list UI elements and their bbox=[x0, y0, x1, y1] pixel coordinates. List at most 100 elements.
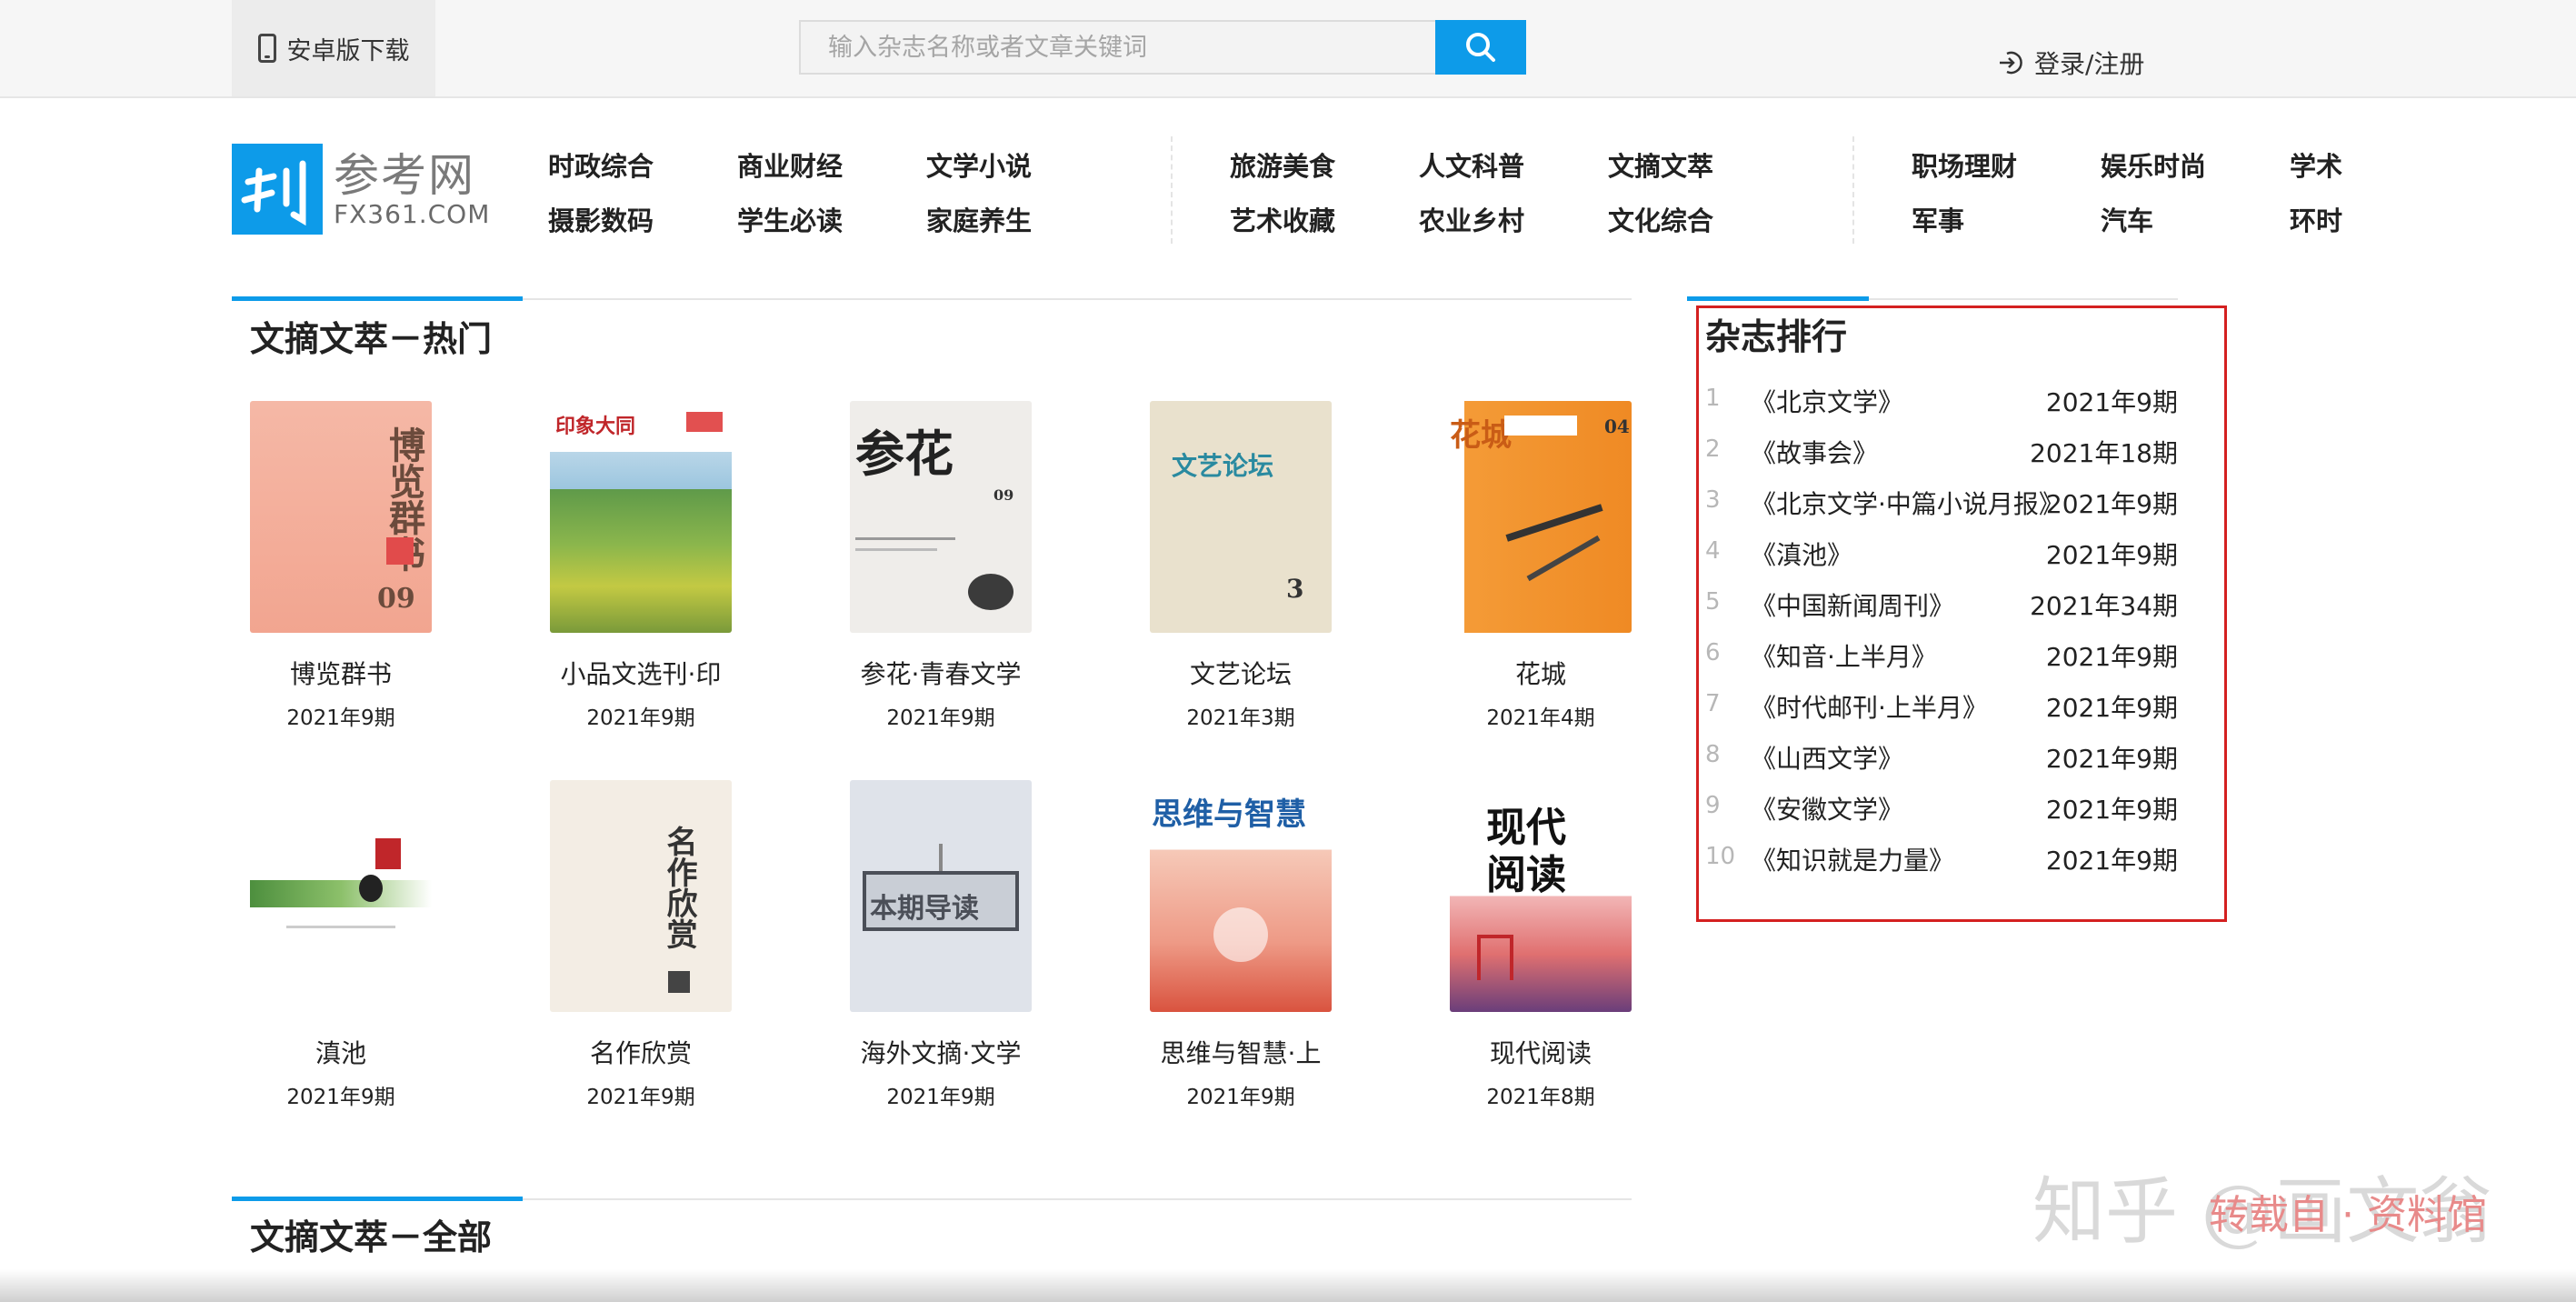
android-download-label: 安卓版下载 bbox=[286, 36, 410, 65]
ranking-item[interactable]: 5 《中国新闻周刊》 2021年34期 bbox=[1705, 586, 2178, 623]
nav-item[interactable]: 农业乡村 bbox=[1419, 200, 1524, 238]
magazine-card[interactable]: 名作欣赏 名作欣赏 2021年9期 bbox=[523, 780, 759, 1110]
nav-item[interactable]: 商业财经 bbox=[737, 145, 843, 184]
magazine-name: 文艺论坛 bbox=[1189, 659, 1292, 689]
magazine-name: 海外文摘·文学 bbox=[860, 1038, 1022, 1068]
nav-item[interactable]: 人文科普 bbox=[1419, 145, 1524, 184]
ranking-item[interactable]: 9 《安徽文学》 2021年9期 bbox=[1705, 790, 2178, 826]
magazine-issue: 2021年9期 bbox=[286, 706, 395, 730]
nav-item[interactable]: 学术 bbox=[2290, 145, 2342, 184]
ranking-issue: 2021年9期 bbox=[2045, 693, 2178, 723]
ranking-issue: 2021年34期 bbox=[2030, 591, 2178, 621]
search-input[interactable] bbox=[799, 20, 1435, 75]
ranking-magazine-title: 《故事会》 bbox=[1751, 438, 1879, 468]
magazine-cover: 名作欣赏 bbox=[550, 780, 732, 1012]
magazine-name: 思维与智慧·上 bbox=[1160, 1038, 1322, 1068]
login-register-label: 登录/注册 bbox=[2034, 49, 2145, 79]
magazine-name: 现代阅读 bbox=[1489, 1038, 1592, 1068]
magazine-cover: 文艺论坛 3 bbox=[1150, 401, 1332, 633]
ranking-magazine-title: 《滇池》 bbox=[1751, 540, 1853, 570]
magazine-cover: 花城 04 bbox=[1450, 401, 1632, 633]
ranking-magazine-title: 《北京文学》 bbox=[1751, 387, 1904, 417]
ranking-number: 2 bbox=[1705, 436, 1721, 463]
ranking-issue: 2021年9期 bbox=[2045, 744, 2178, 774]
ranking-item[interactable]: 6 《知音·上半月》 2021年9期 bbox=[1705, 637, 2178, 674]
nav-item[interactable]: 文学小说 bbox=[926, 145, 1032, 184]
magazine-name: 小品文选刊·印 bbox=[560, 659, 722, 689]
site-logo[interactable]: 参考网 FX361.COM bbox=[232, 144, 489, 235]
ranking-number: 4 bbox=[1705, 537, 1721, 565]
magazine-card[interactable]: 印象大同 小品文选刊·印 2021年9期 bbox=[523, 401, 759, 731]
top-bar: 安卓版下载 登录/注册 bbox=[0, 0, 2576, 98]
nav-item[interactable]: 学生必读 bbox=[737, 200, 843, 238]
search-button[interactable] bbox=[1435, 20, 1526, 75]
magazine-card[interactable]: 文艺论坛 3 文艺论坛 2021年3期 bbox=[1123, 401, 1359, 731]
ranking-magazine-title: 《时代邮刊·上半月》 bbox=[1751, 693, 1988, 723]
ranking-number: 5 bbox=[1705, 588, 1721, 616]
magazine-card[interactable]: 花城 04 花城 2021年4期 bbox=[1423, 401, 1659, 731]
magazine-issue: 2021年9期 bbox=[886, 706, 995, 730]
ranking-item[interactable]: 1 《北京文学》 2021年9期 bbox=[1705, 383, 2178, 419]
window-bottom-edge bbox=[0, 1269, 2576, 1302]
magazine-cover: 思维与智慧 bbox=[1150, 780, 1332, 1012]
search-icon bbox=[1466, 33, 1495, 62]
all-section-title: 文摘文萃－全部 bbox=[250, 1217, 493, 1257]
ranking-issue: 2021年18期 bbox=[2030, 438, 2178, 468]
login-icon bbox=[2000, 51, 2022, 75]
magazine-cover: 现代 阅读 bbox=[1450, 780, 1632, 1012]
nav-item[interactable]: 摄影数码 bbox=[548, 200, 654, 238]
logo-en-text: FX361.COM bbox=[334, 199, 491, 229]
magazine-card[interactable]: 参花 09 参花·青春文学 2021年9期 bbox=[823, 401, 1059, 731]
ranking-issue: 2021年9期 bbox=[2045, 387, 2178, 417]
nav-item[interactable]: 家庭养生 bbox=[926, 200, 1032, 238]
magazine-card[interactable]: 现代 阅读 现代阅读 2021年8期 bbox=[1423, 780, 1659, 1110]
magazine-name: 名作欣赏 bbox=[589, 1038, 692, 1068]
login-register-link[interactable]: 登录/注册 bbox=[1996, 40, 2144, 85]
magazine-cover bbox=[250, 780, 432, 1012]
ranking-issue: 2021年9期 bbox=[2045, 846, 2178, 876]
magazine-issue: 2021年9期 bbox=[586, 706, 695, 730]
ranking-item[interactable]: 2 《故事会》 2021年18期 bbox=[1705, 434, 2178, 470]
hot-section-title: 文摘文萃－热门 bbox=[250, 319, 493, 359]
magazine-card[interactable]: 博览群书 09 博览群书 2021年9期 bbox=[223, 401, 459, 731]
repost-watermark: 转载自 · 资料馆 bbox=[2209, 1192, 2487, 1238]
ranking-issue: 2021年9期 bbox=[2045, 489, 2178, 519]
android-download-link[interactable]: 安卓版下载 bbox=[232, 0, 435, 96]
magazine-issue: 2021年3期 bbox=[1186, 706, 1295, 730]
ranking-number: 3 bbox=[1705, 486, 1721, 514]
magazine-card[interactable]: 思维与智慧 思维与智慧·上 2021年9期 bbox=[1123, 780, 1359, 1110]
section-accent-bar bbox=[232, 1197, 523, 1201]
ranking-item[interactable]: 7 《时代邮刊·上半月》 2021年9期 bbox=[1705, 688, 2178, 725]
ranking-item[interactable]: 3 《北京文学·中篇小说月报》 2021年9期 bbox=[1705, 485, 2178, 521]
ranking-issue: 2021年9期 bbox=[2045, 540, 2178, 570]
magazine-issue: 2021年9期 bbox=[286, 1086, 395, 1109]
nav-item[interactable]: 职场理财 bbox=[1912, 145, 2017, 184]
nav-item[interactable]: 时政综合 bbox=[548, 145, 654, 184]
nav-item[interactable]: 娱乐时尚 bbox=[2101, 145, 2206, 184]
magazine-name: 参花·青春文学 bbox=[860, 659, 1022, 689]
ranking-magazine-title: 《知音·上半月》 bbox=[1751, 642, 1937, 672]
magazine-cover: 博览群书 09 bbox=[250, 401, 432, 633]
nav-item[interactable]: 文化综合 bbox=[1608, 200, 1713, 238]
magazine-issue: 2021年9期 bbox=[1186, 1086, 1295, 1109]
ranking-item[interactable]: 8 《山西文学》 2021年9期 bbox=[1705, 739, 2178, 776]
magazine-issue: 2021年4期 bbox=[1486, 706, 1595, 730]
ranking-title: 杂志排行 bbox=[1705, 317, 1848, 358]
ranking-issue: 2021年9期 bbox=[2045, 642, 2178, 672]
logo-mark-icon bbox=[232, 144, 323, 235]
magazine-card[interactable]: 本期导读 海外文摘·文学 2021年9期 bbox=[823, 780, 1059, 1110]
nav-item[interactable]: 汽车 bbox=[2101, 200, 2153, 238]
ranking-number: 1 bbox=[1705, 385, 1721, 412]
nav-item[interactable]: 艺术收藏 bbox=[1230, 200, 1335, 238]
ranking-number: 10 bbox=[1705, 843, 1736, 870]
magazine-card[interactable]: 滇池 2021年9期 bbox=[223, 780, 459, 1110]
nav-item[interactable]: 文摘文萃 bbox=[1608, 145, 1713, 184]
nav-item[interactable]: 军事 bbox=[1912, 200, 1964, 238]
ranking-divider bbox=[1869, 298, 2178, 300]
nav-item[interactable]: 旅游美食 bbox=[1230, 145, 1335, 184]
logo-cn-text: 参考网 bbox=[334, 149, 475, 202]
magazine-name: 博览群书 bbox=[289, 659, 392, 689]
ranking-item[interactable]: 10 《知识就是力量》 2021年9期 bbox=[1705, 841, 2178, 877]
ranking-item[interactable]: 4 《滇池》 2021年9期 bbox=[1705, 536, 2178, 572]
nav-item[interactable]: 环时 bbox=[2290, 200, 2342, 238]
